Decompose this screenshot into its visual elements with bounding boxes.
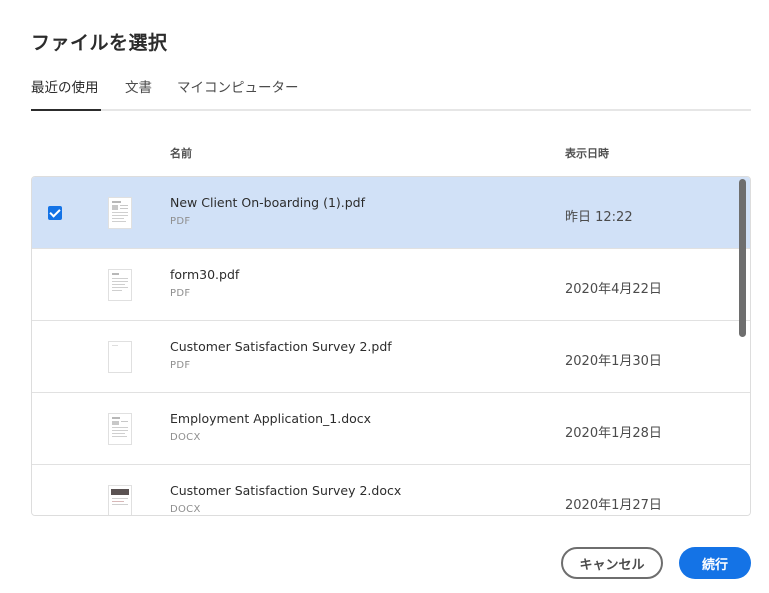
file-picker-dialog: ファイルを選択 最近の使用 文書 マイコンピューター 名前 表示日時 — [0, 0, 769, 593]
file-date: 昨日 12:22 — [565, 206, 633, 225]
file-name: Customer Satisfaction Survey 2.docx — [170, 483, 401, 498]
file-list: New Client On-boarding (1).pdf PDF 昨日 12… — [31, 176, 751, 516]
file-name: New Client On-boarding (1).pdf — [170, 195, 365, 210]
list-scrollbar[interactable] — [739, 179, 746, 337]
column-header-date[interactable]: 表示日時 — [565, 145, 609, 161]
tab-recent[interactable]: 最近の使用 — [31, 76, 99, 96]
cancel-button[interactable]: キャンセル — [561, 547, 663, 579]
file-name: Customer Satisfaction Survey 2.pdf — [170, 339, 392, 354]
form-icon — [108, 413, 132, 445]
active-tab-indicator — [31, 109, 101, 111]
column-header-name[interactable]: 名前 — [170, 145, 192, 161]
dialog-title: ファイルを選択 — [31, 28, 168, 55]
file-type: PDF — [170, 360, 190, 371]
form-icon — [108, 197, 132, 229]
row-checkbox[interactable] — [48, 350, 62, 364]
file-date: 2020年4月22日 — [565, 278, 662, 297]
form-icon — [108, 269, 132, 301]
row-checkbox[interactable] — [48, 422, 62, 436]
file-type: PDF — [170, 216, 190, 227]
file-row[interactable]: Employment Application_1.docx DOCX 2020年… — [32, 393, 750, 465]
file-row[interactable]: New Client On-boarding (1).pdf PDF 昨日 12… — [32, 177, 750, 249]
continue-button[interactable]: 続行 — [679, 547, 751, 579]
file-name: form30.pdf — [170, 267, 239, 282]
file-row[interactable]: Customer Satisfaction Survey 2.pdf PDF 2… — [32, 321, 750, 393]
row-checkbox[interactable] — [48, 206, 62, 220]
file-date: 2020年1月27日 — [565, 494, 662, 513]
file-type: DOCX — [170, 432, 201, 443]
file-date: 2020年1月30日 — [565, 350, 662, 369]
file-date: 2020年1月28日 — [565, 422, 662, 441]
file-type: PDF — [170, 288, 190, 299]
file-name: Employment Application_1.docx — [170, 411, 371, 426]
tab-bar: 最近の使用 文書 マイコンピューター — [31, 74, 751, 111]
row-checkbox[interactable] — [48, 278, 62, 292]
survey-page-icon — [108, 485, 132, 516]
row-checkbox[interactable] — [48, 494, 62, 508]
blank-page-icon — [108, 341, 132, 373]
file-type: DOCX — [170, 504, 201, 515]
file-row[interactable]: Customer Satisfaction Survey 2.docx DOCX… — [32, 465, 750, 516]
tab-documents[interactable]: 文書 — [125, 76, 152, 96]
tab-my-computer[interactable]: マイコンピューター — [177, 76, 299, 96]
file-row[interactable]: form30.pdf PDF 2020年4月22日 — [32, 249, 750, 321]
